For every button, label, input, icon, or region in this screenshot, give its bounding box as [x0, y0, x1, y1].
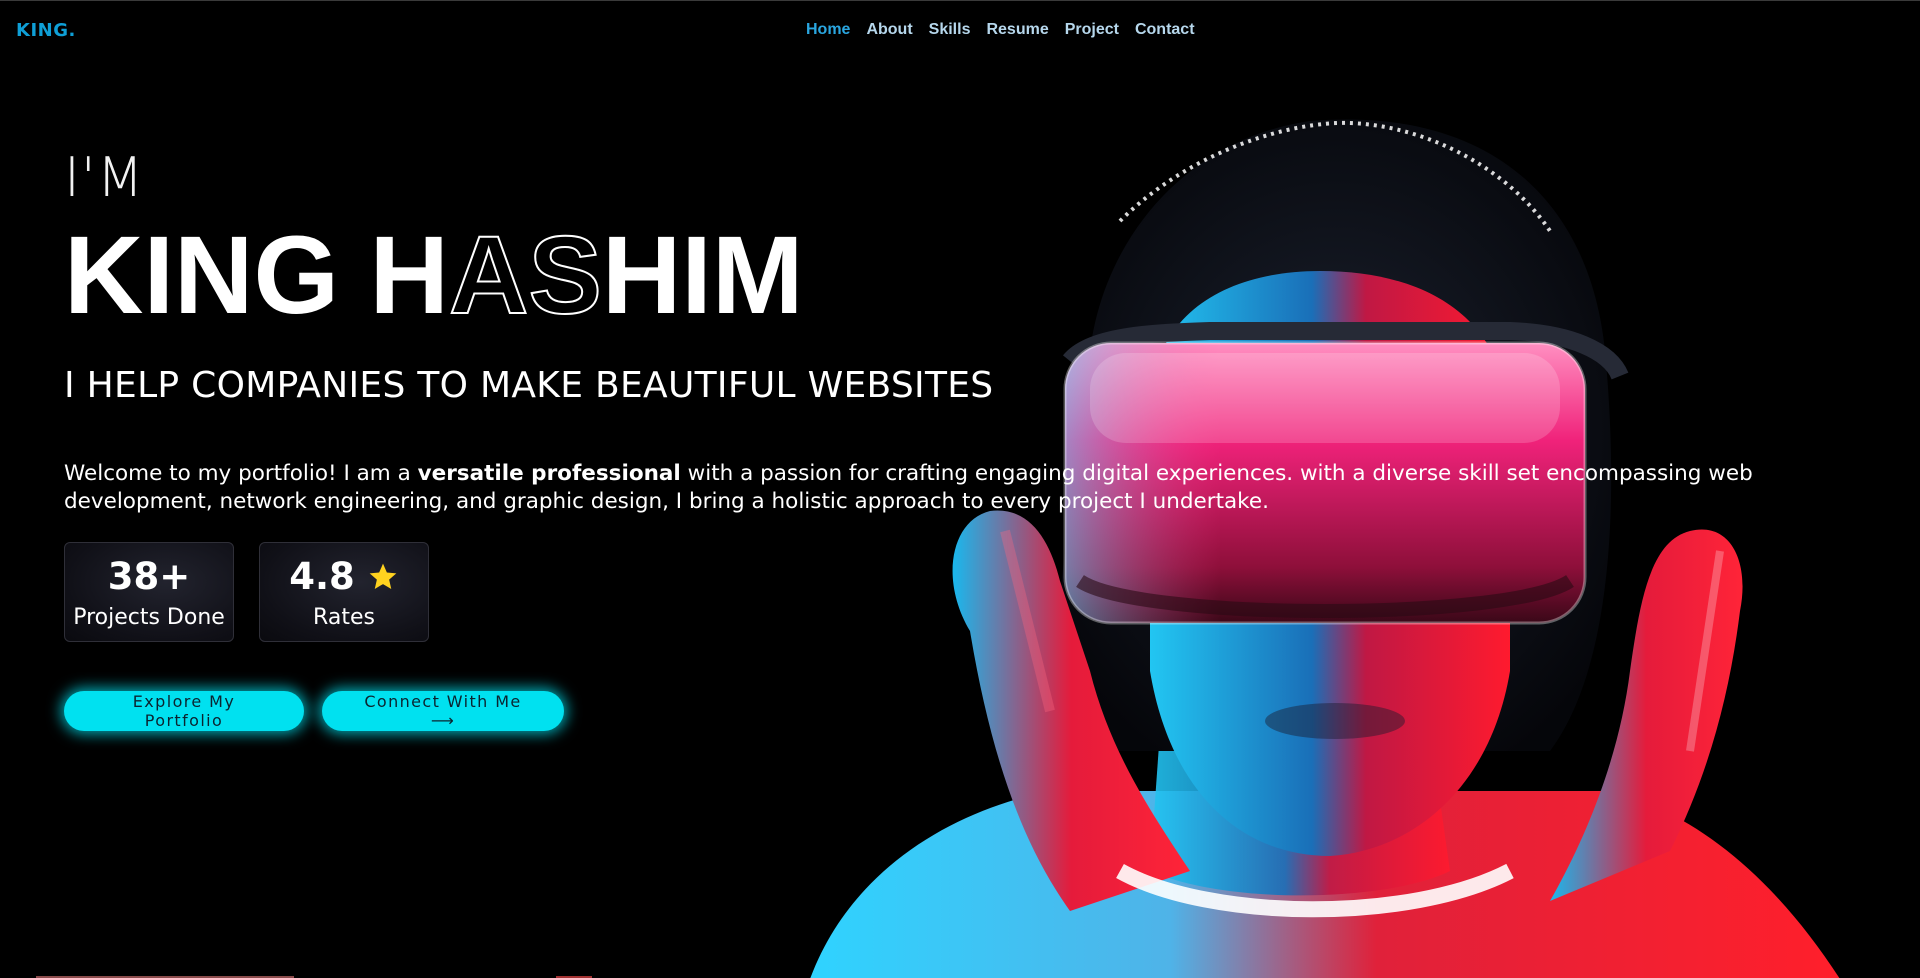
hero-intro-paragraph: Welcome to my portfolio! I am a versatil… [64, 460, 1764, 516]
main-nav: Home About Skills Resume Project Contact [806, 21, 1195, 39]
cta-buttons: Explore My Portfolio Connect With Me ⟶ [64, 691, 564, 731]
hero-name-part1: KING H [64, 214, 449, 337]
hero-tagline: I HELP COMPANIES TO MAKE BEAUTIFUL WEBSI… [64, 365, 994, 406]
intro-text-bold: versatile professional [417, 461, 681, 486]
stat-card-rates: 4.8 Rates [259, 542, 429, 642]
site-header: KING. Home About Skills Resume Project C… [0, 1, 1920, 59]
stat-rates-value: 4.8 [289, 554, 355, 598]
nav-resume[interactable]: Resume [986, 21, 1048, 39]
intro-text-before: Welcome to my portfolio! I am a [64, 461, 418, 486]
stat-value: 4.8 [289, 555, 399, 599]
nav-skills[interactable]: Skills [929, 21, 971, 39]
hero-name: KING HASHIM [64, 220, 1784, 332]
hero-intro-prefix: I'M [64, 146, 145, 209]
hero-name-part2-outline: AS [448, 214, 603, 337]
nav-home[interactable]: Home [806, 21, 850, 39]
stat-card-projects: 38+ Projects Done [64, 542, 234, 642]
nav-project[interactable]: Project [1065, 21, 1119, 39]
nav-about[interactable]: About [866, 21, 912, 39]
star-icon [369, 563, 397, 589]
stat-rates-label: Rates [313, 604, 375, 630]
stat-projects-label: Projects Done [73, 604, 225, 630]
hero-section: I'M KING HASHIM I HELP COMPANIES TO MAKE… [64, 151, 1784, 516]
stat-projects-value: 38+ [107, 554, 191, 598]
nav-contact[interactable]: Contact [1135, 21, 1195, 39]
stats-row: 38+ Projects Done 4.8 Rates [64, 542, 429, 642]
stat-value: 38+ [108, 555, 191, 599]
explore-portfolio-button[interactable]: Explore My Portfolio [64, 691, 304, 731]
site-logo[interactable]: KING. [16, 20, 76, 41]
hero-name-part3: HIM [601, 214, 804, 337]
connect-with-me-button[interactable]: Connect With Me ⟶ [322, 691, 564, 731]
portfolio-page: KING. Home About Skills Resume Project C… [0, 0, 1920, 978]
